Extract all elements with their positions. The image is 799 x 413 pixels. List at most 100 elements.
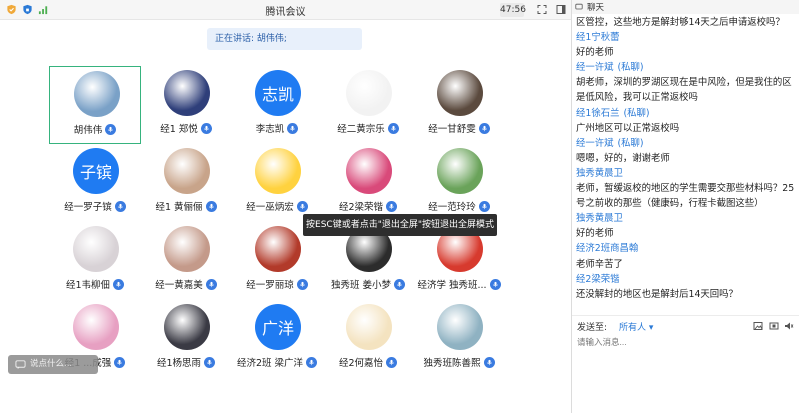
sender-name[interactable]: 经一许斌 (576, 138, 614, 149)
participant-tile[interactable]: 经1韦柳佃 (49, 222, 141, 300)
chat-message: 嗯嗯，好的，谢谢老师 (576, 151, 798, 166)
participant-name-row: 经一罗丽琼 (231, 277, 323, 291)
chat-input[interactable] (577, 336, 795, 348)
participant-name: 独秀班陈善熙 (423, 358, 481, 369)
participant-name: 经1 郑悦 (160, 124, 198, 135)
participant-tile[interactable]: 经2何嘉怡 (322, 300, 414, 378)
avatar (255, 148, 301, 194)
participant-name-row: 胡伟伟 (50, 122, 140, 136)
participant-tile[interactable]: 经1 黄俪俪 (140, 144, 232, 222)
sender-name[interactable]: 经1宁秋蕾 (576, 32, 619, 43)
sender-name[interactable]: 独秀黄晨卫 (576, 168, 623, 179)
microphone-icon (105, 123, 117, 135)
participant-name-row: 李志凯 (231, 121, 323, 135)
participant-name-row: 独秀班 姜小梦 (322, 277, 414, 291)
fullscreen-icon[interactable] (537, 4, 547, 15)
speaking-indicator: 正在讲话: 胡伟伟; (207, 28, 362, 50)
avatar (164, 304, 210, 350)
participant-name: 经一黄嘉美 (155, 280, 203, 291)
microphone-icon (287, 122, 299, 134)
chat-sender: 经一许斌 (私聊) (576, 60, 798, 75)
message-text: 胡老师，深圳的罗湖区现在是中风险，但是我住的区是低风险，我可以正常返校吗 (576, 77, 792, 104)
participant-tile[interactable]: 经一黄嘉美 (140, 222, 232, 300)
avatar (164, 148, 210, 194)
message-text: 好的老师 (576, 228, 614, 240)
microphone-icon (205, 278, 217, 290)
participant-tile[interactable]: 经一范玲玲 (413, 144, 505, 222)
image-icon[interactable] (753, 321, 763, 331)
chat-message: 区管控，这些地方是解封够14天之后申请返校吗？ (576, 15, 798, 30)
participant-tile[interactable]: 胡伟伟 (49, 66, 141, 144)
microphone-icon (200, 122, 212, 134)
sender-name[interactable]: 经济2班商昌翰 (576, 243, 638, 254)
sound-icon[interactable] (784, 321, 794, 331)
microphone-icon (478, 200, 490, 212)
participant-tile[interactable]: 经1 郑悦 (140, 66, 232, 144)
participant-tile[interactable]: 经2梁荣锴 (322, 144, 414, 222)
participant-name: 经一罗丽琼 (246, 280, 294, 291)
participant-tile[interactable]: 经二黄宗乐 (322, 66, 414, 144)
chat-message: 还没解封的地区也是解封后14天回吗？ (576, 287, 798, 302)
screenshot-icon[interactable] (769, 321, 779, 331)
chat-bubble-icon (15, 360, 26, 370)
avatar (437, 70, 483, 116)
chat-sender: 经济2班商昌翰 (576, 241, 798, 256)
sender-name[interactable]: 经一许斌 (576, 62, 614, 73)
participant-tile[interactable]: 经一甘舒雯 (413, 66, 505, 144)
message-text: 好的老师 (576, 47, 614, 59)
participant-name-row: 经二黄宗乐 (322, 121, 414, 135)
avatar (255, 226, 301, 272)
chat-sender: 经2梁荣锴 (576, 272, 798, 287)
microphone-icon (394, 278, 406, 290)
participant-name: 经1 黄俪俪 (155, 202, 203, 213)
chat-panel: 聊天 区管控，这些地方是解封够14天之后申请返校吗？ 经1宁秋蕾 好的老师 经一许斌(… (572, 0, 799, 413)
message-text: 区管控，这些地方是解封够14天之后申请返校吗？ (576, 17, 785, 28)
participant-tile[interactable]: 独秀班陈善熙 (413, 300, 505, 378)
chat-message: 好的老师 (576, 45, 798, 60)
chat-message: 老师，暂缓返校的地区的学生需要交那些材料吗？25号之前收的那些（健康码，行程卡截… (576, 181, 798, 211)
participant-name: 经一巫炳宏 (246, 202, 294, 213)
participant-name: 经2何嘉怡 (338, 358, 384, 369)
participant-tile[interactable]: 经1杨思雨 (140, 300, 232, 378)
sender-name[interactable]: 经2梁荣锴 (576, 274, 619, 285)
participant-name: 李志凯 (255, 124, 285, 135)
private-tag: (私聊) (617, 137, 644, 149)
message-text: 广州地区可以正常返校吗 (576, 122, 680, 134)
participant-name-row: 经2梁荣锴 (322, 199, 414, 213)
sender-name[interactable]: 独秀黄晨卫 (576, 213, 623, 224)
send-to-label: 发送至: (577, 323, 608, 333)
avatar (437, 148, 483, 194)
participant-name-row: 经一黄嘉美 (140, 277, 232, 291)
microphone-icon (483, 356, 495, 368)
participant-tile[interactable]: 志凯 李志凯 (231, 66, 323, 144)
private-tag: (私聊) (617, 62, 644, 74)
layout-icon[interactable] (556, 4, 566, 15)
avatar (73, 226, 119, 272)
chat-sender: 经一许斌 (私聊) (576, 136, 798, 151)
sender-name[interactable]: 经1徐石兰 (576, 108, 619, 119)
fullscreen-tooltip: 按ESC键或者点击"退出全屏"按钮退出全屏模式 (303, 214, 497, 236)
microphone-icon (478, 122, 490, 134)
meeting-app: 腾讯会议 47:56 正在讲话: 胡伟伟; 胡伟伟 经1 郑悦 志凯 李志凯 经二黄宗乐… (0, 0, 799, 413)
divider (572, 315, 799, 316)
quick-chat-input[interactable]: 说点什么... (8, 355, 98, 374)
microphone-icon (306, 356, 318, 368)
quick-chat-placeholder: 说点什么... (30, 359, 73, 369)
participant-name-row: 经1韦柳佃 (49, 277, 141, 291)
participant-tile[interactable]: 子镔 经一罗子镔 (49, 144, 141, 222)
participant-name: 经一甘舒雯 (428, 124, 476, 135)
participant-name: 经济学 独秀班... (417, 280, 487, 291)
participant-tile[interactable]: 广洋 经济2班 梁广洋 (231, 300, 323, 378)
chat-messages: 区管控，这些地方是解封够14天之后申请返校吗？ 经1宁秋蕾 好的老师 经一许斌 (私聊)… (576, 15, 798, 302)
message-text: 老师辛苦了 (576, 258, 623, 270)
participant-tile[interactable]: 经一巫炳宏 (231, 144, 323, 222)
participant-name: 胡伟伟 (73, 125, 103, 136)
microphone-icon (204, 356, 216, 368)
participant-name: 经二黄宗乐 (337, 124, 385, 135)
microphone-icon (205, 200, 217, 212)
participant-name-row: 经一范玲玲 (413, 199, 505, 213)
participant-name-row: 经1杨思雨 (140, 355, 232, 369)
participant-name: 经一罗子镔 (64, 202, 112, 213)
avatar (346, 70, 392, 116)
recipient-select[interactable]: 所有人 ▾ (619, 320, 653, 333)
